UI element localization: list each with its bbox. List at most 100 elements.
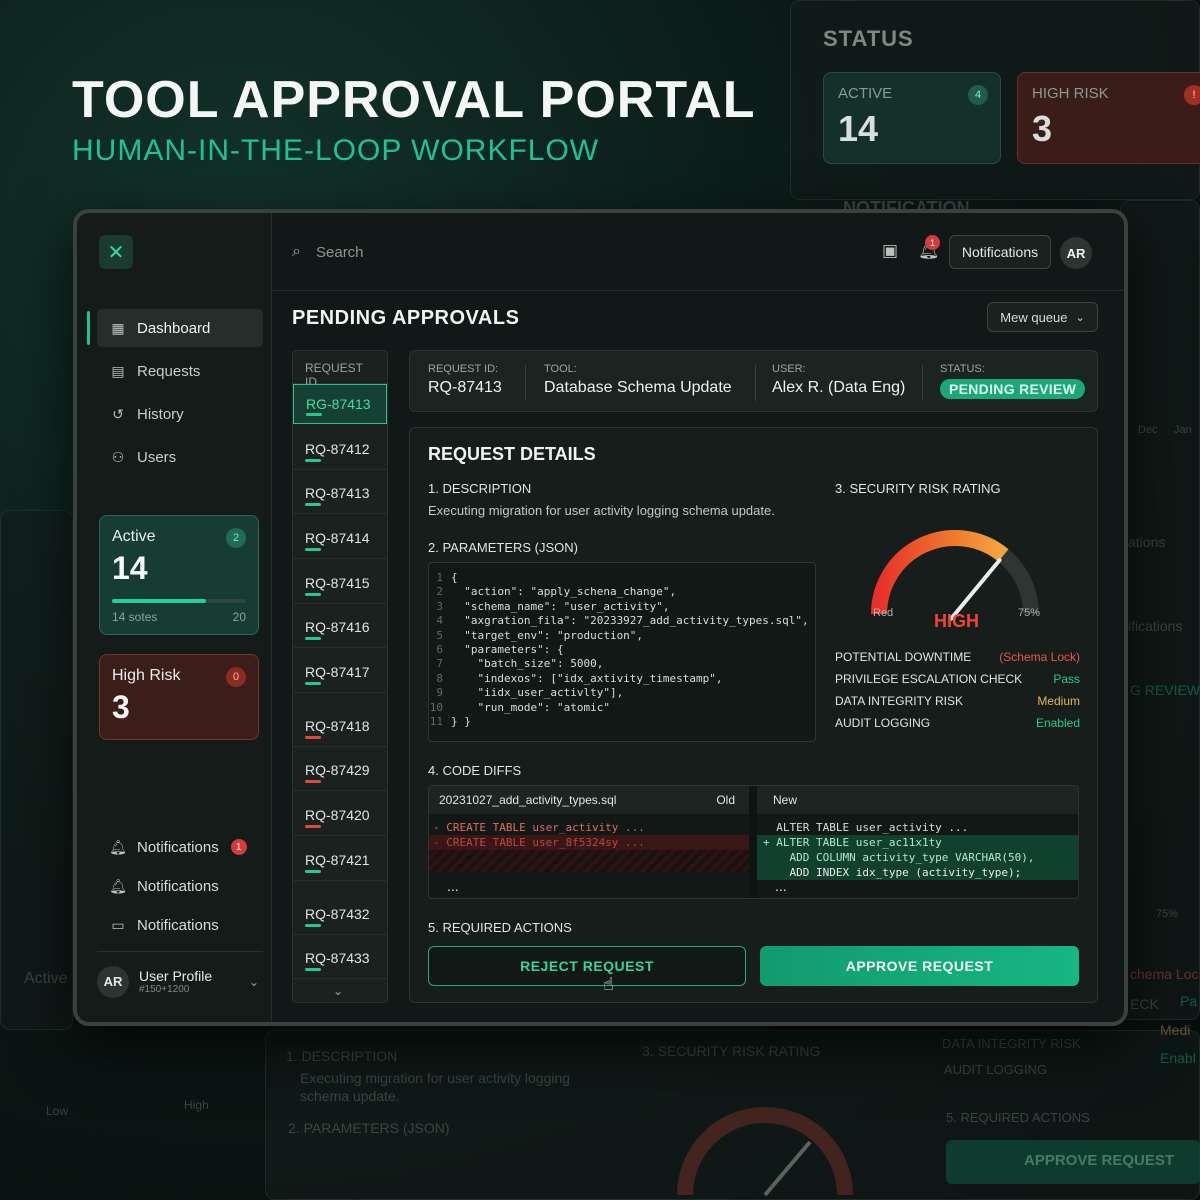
user-profile[interactable]: AR User Profile #150+1200 ⌄: [97, 951, 263, 1011]
app-logo-icon[interactable]: ✕: [99, 235, 133, 269]
diff-new-line: ALTER TABLE user_activity ...: [763, 821, 969, 834]
bg-ations: ations: [1128, 534, 1166, 550]
parameters-json-viewer[interactable]: 1{2 "action": "apply_schena_change", 3 "s…: [428, 562, 816, 742]
gauge-right-label: 75%: [1018, 607, 1041, 619]
request-list-item[interactable]: RQ-87412: [293, 430, 387, 470]
request-list-item[interactable]: RQ-87433: [293, 939, 387, 979]
request-id-label: REQUEST ID:: [428, 363, 499, 375]
bg-high: High: [184, 1098, 209, 1112]
sidebar-item-notifications-2[interactable]: 🔔︎ Notifications: [97, 869, 263, 903]
sidebar-item-notifications-1[interactable]: 🔔︎ Notifications 1: [97, 830, 263, 864]
history-icon: ↺: [112, 405, 124, 422]
status-active-card[interactable]: ACTIVE 14 4: [823, 72, 1001, 164]
notification-count-badge: 1: [230, 839, 247, 855]
bg-risk-heading: 3. SECURITY RISK RATING: [642, 1043, 821, 1059]
diff-ellipsis: ...: [447, 878, 459, 894]
request-list-item[interactable]: RQ-87415: [293, 564, 387, 604]
bg-right-panel: [1120, 200, 1200, 1020]
request-risk-bar: [305, 503, 321, 506]
sidebar-item-requests[interactable]: ▤ Requests: [97, 352, 263, 390]
json-line: 4 "axgration_fila": "20233927_add_activi…: [429, 614, 815, 628]
bg-enabl: Enabl: [1160, 1050, 1196, 1066]
request-risk-bar: [305, 682, 321, 685]
request-risk-bar: [305, 459, 321, 462]
request-risk-bar: [305, 780, 321, 783]
chat-icon: ▭: [111, 916, 125, 933]
request-id-text: RQ-87413: [305, 485, 370, 501]
document-icon: ▤: [111, 362, 125, 379]
bg-actions-heading: 5. REQUIRED ACTIONS: [946, 1110, 1090, 1125]
json-line: 3 "schema_name": "user_activity",: [429, 600, 815, 614]
notifications-button[interactable]: Notifications: [949, 235, 1051, 269]
bg-review: G REVIEW: [1130, 682, 1200, 698]
risk-row-value: (Schema Lock): [999, 650, 1080, 664]
request-id-text: RQ-87432: [305, 906, 370, 922]
status-risk-card[interactable]: HIGH RISK 3 !: [1017, 72, 1200, 164]
calendar-check-icon[interactable]: ▣: [882, 241, 898, 261]
code-diff-viewer[interactable]: 20231027_add_activity_types.sql Old New …: [428, 785, 1079, 899]
bg-desc-text: Executing migration for user activity lo…: [300, 1070, 571, 1086]
json-line-text: "iidx_user_activlty"],: [451, 686, 624, 700]
bell-icon: 🔔︎: [109, 838, 127, 855]
risk-row-label: PRIVILEGE ESCALATION CHECK: [835, 672, 1023, 686]
risk-card-badge: 0: [226, 667, 246, 687]
avatar[interactable]: AR: [1060, 237, 1092, 269]
diff-old-header: 20231027_add_activity_types.sql Old: [429, 786, 749, 814]
bg-approve: APPROVE REQUEST: [946, 1140, 1200, 1184]
request-list-item[interactable]: RQ-87413: [293, 474, 387, 514]
request-risk-bar: [305, 924, 321, 927]
request-list-item[interactable]: RQ-87429: [293, 751, 387, 791]
details-title: REQUEST DETAILS: [428, 444, 596, 464]
bg-low: Low: [46, 1104, 69, 1118]
diff-new-label: New: [773, 793, 798, 807]
diff-divider: [749, 786, 757, 898]
sidebar-item-label: Requests: [137, 362, 201, 380]
line-number: 2: [436, 585, 443, 599]
queue-dropdown[interactable]: Mew queue ⌄: [987, 302, 1098, 332]
high-risk-summary-card[interactable]: High Risk 3 0: [99, 654, 259, 740]
active-summary-card[interactable]: Active 14 2 14 sotes 20: [99, 515, 259, 635]
reject-request-button[interactable]: REJECT REQUEST: [428, 946, 746, 986]
bg-gauge-arc: [677, 1107, 853, 1197]
request-id-text: RQ-87414: [305, 530, 370, 546]
users-icon: ⚇: [111, 448, 125, 465]
sidebar-item-history[interactable]: ↺ History: [97, 395, 263, 433]
description-heading: 1. DESCRIPTION: [428, 481, 532, 496]
line-number: 9: [436, 686, 443, 700]
chevron-down-icon[interactable]: ⌄: [333, 984, 343, 998]
search-input[interactable]: [316, 239, 616, 265]
json-line-text: } }: [451, 714, 471, 728]
request-risk-bar: [305, 548, 321, 551]
request-list-item[interactable]: RQ-87418: [293, 707, 387, 747]
risk-card-value: 3: [112, 689, 130, 725]
request-risk-bar: [305, 637, 321, 640]
request-list-item[interactable]: RQ-87421: [293, 841, 387, 881]
line-number: 8: [436, 671, 443, 685]
request-list-item[interactable]: RG-87413: [293, 384, 387, 424]
request-risk-bar: [305, 825, 321, 828]
json-line-text: "target_env": "production",: [451, 628, 644, 642]
bg-desc-heading: 1. DESCRIPTION: [286, 1048, 398, 1064]
sidebar-item-notifications-3[interactable]: ▭ Notifications: [97, 908, 263, 942]
request-list-item[interactable]: RQ-87416: [293, 608, 387, 648]
bg-integrity: DATA INTEGRITY RISK: [942, 1036, 1081, 1051]
status-label: STATUS:: [940, 363, 985, 375]
json-line-text: "schema_name": "user_activity",: [451, 599, 670, 613]
request-list-item[interactable]: RQ-87414: [293, 519, 387, 559]
hero-subtitle: HUMAN-IN-THE-LOOP WORKFLOW: [72, 134, 600, 167]
bg-notifications: ifications: [1128, 618, 1183, 634]
sidebar-item-dashboard[interactable]: ▦ Dashboard: [97, 309, 263, 347]
user-label: USER:: [772, 363, 806, 375]
diffs-heading: 4. CODE DIFFS: [428, 763, 522, 778]
approve-request-button[interactable]: APPROVE REQUEST: [760, 946, 1079, 986]
request-id-text: RQ-87433: [305, 950, 370, 966]
bg-dec: Dec: [1138, 424, 1158, 436]
sidebar-item-users[interactable]: ⚇ Users: [97, 438, 263, 476]
request-list-item[interactable]: RQ-87420: [293, 796, 387, 836]
bg-medi: Medi: [1160, 1022, 1191, 1038]
request-list-header: REQUEST ID: [293, 351, 387, 389]
request-list-item[interactable]: RQ-87417: [293, 653, 387, 693]
json-line: 11} }: [429, 715, 815, 729]
request-list-item[interactable]: RQ-87432: [293, 895, 387, 935]
chevron-down-icon[interactable]: ⌄: [249, 975, 259, 989]
